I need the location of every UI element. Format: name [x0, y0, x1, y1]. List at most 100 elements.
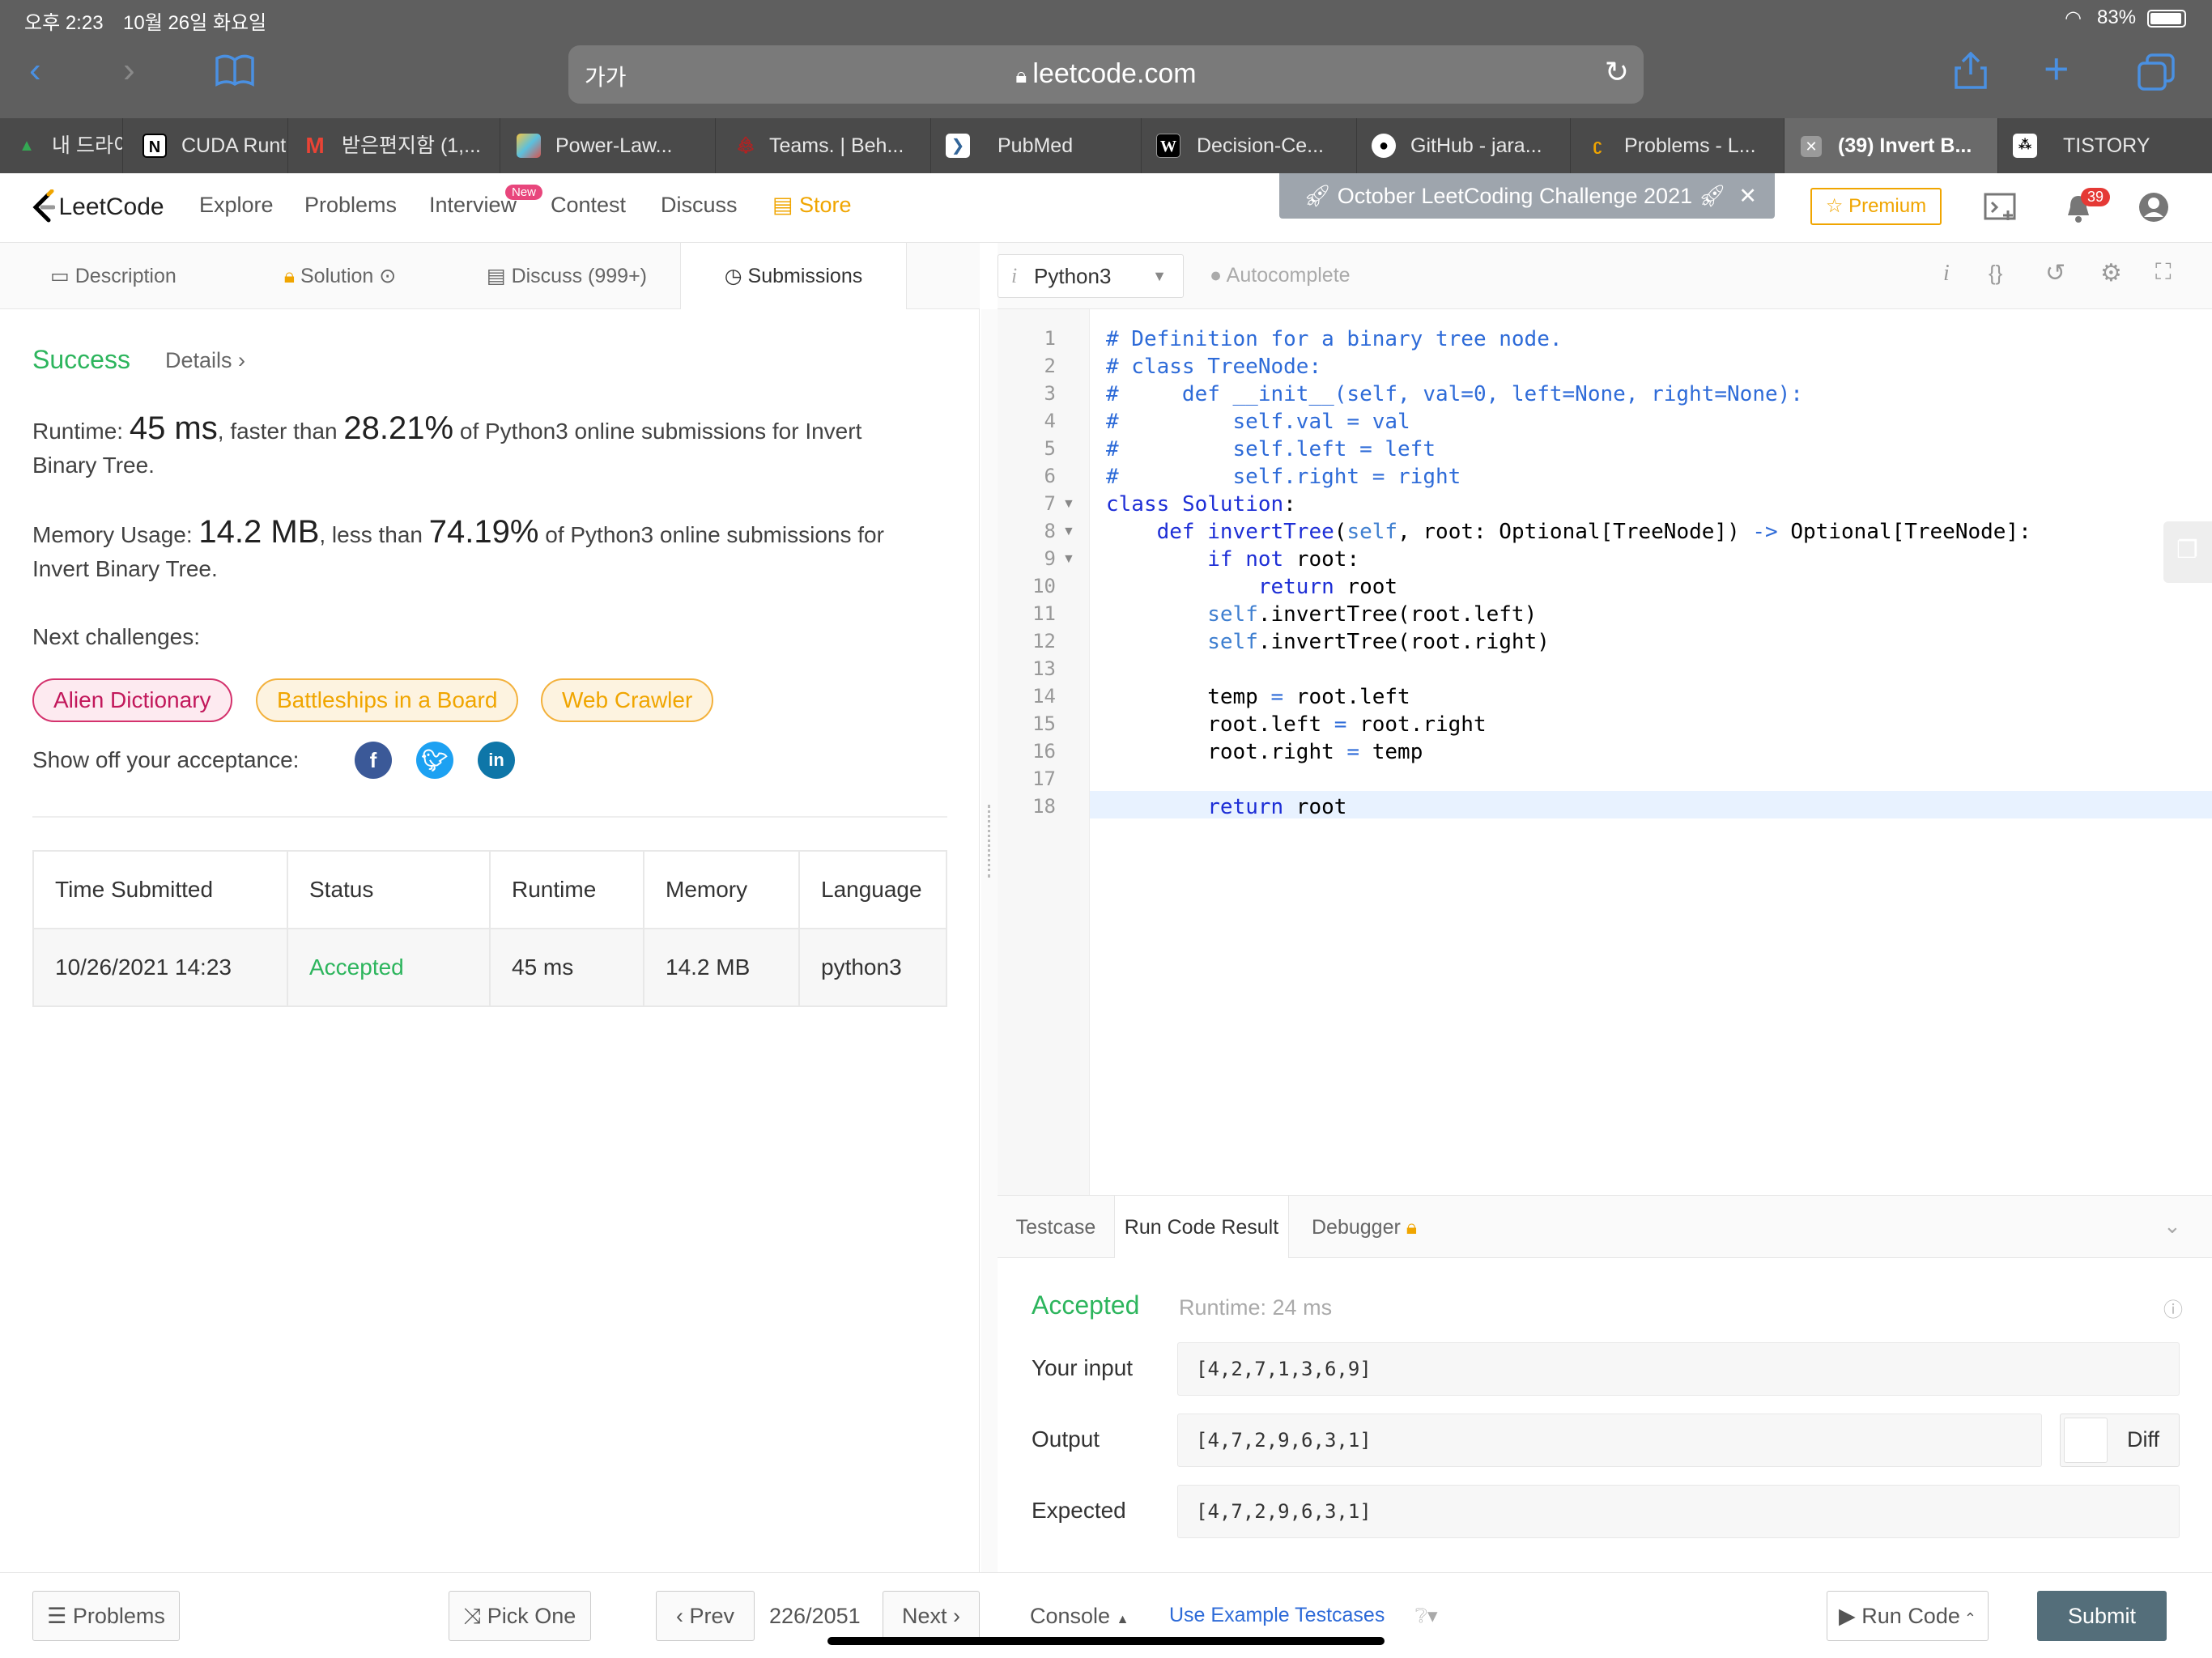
forward-icon[interactable]: › [123, 50, 135, 91]
pubmed-icon: ❯ [946, 134, 970, 158]
chevron-down-icon[interactable]: ⌄ [2163, 1214, 2181, 1239]
status-time: 오후 2:23 [24, 12, 104, 34]
browser-tab[interactable]: W Decision-Ce... [1142, 118, 1357, 173]
tab-label: Debugger [1312, 1216, 1401, 1239]
details-link[interactable]: Details › [165, 348, 245, 373]
console-toggle[interactable]: Console ▲ [1030, 1604, 1129, 1629]
playground-icon[interactable] [1984, 193, 2018, 226]
facebook-icon[interactable]: f [355, 742, 392, 779]
bookmarks-icon[interactable] [214, 53, 256, 96]
tistory-icon: ⁂ [2013, 134, 2037, 158]
browser-tab[interactable]: ⁂ TISTORY [1998, 118, 2212, 173]
tab-solution[interactable]: 🔒︎ Solution ⊙ [227, 243, 453, 309]
runtime-summary: Runtime: 45 ms, faster than 28.21% of Py… [32, 411, 939, 483]
line-number: 15 [1032, 712, 1056, 735]
browser-tab[interactable]: Power-Law... [500, 118, 716, 173]
challenge-pill[interactable]: Alien Dictionary [32, 678, 232, 722]
tab-run-code-result[interactable]: Run Code Result [1114, 1196, 1289, 1259]
nav-explore[interactable]: Explore [199, 193, 274, 218]
output-value: [4,7,2,9,6,3,1] [1177, 1414, 2042, 1467]
browser-tab[interactable]: ❯ PubMed [931, 118, 1142, 173]
leetcode-logo[interactable]: LeetCode [31, 189, 164, 225]
help-icon[interactable]: ❔︎▾ [1415, 1604, 1438, 1628]
help-icon[interactable]: ⓘ [2163, 1294, 2183, 1322]
drag-handle-icon[interactable] [988, 805, 991, 878]
table-cell: 14.2 MB [643, 928, 800, 1007]
run-code-button[interactable]: ▶ Run Code ⌃ [1827, 1591, 1989, 1641]
home-indicator[interactable] [827, 1637, 1385, 1645]
input-label: Your input [1032, 1355, 1134, 1380]
tab-discuss[interactable]: ▤ Discuss (999+) [453, 243, 680, 309]
table-row[interactable]: 10/26/2021 14:23 Accepted 45 ms 14.2 MB … [32, 928, 947, 1007]
close-tab-icon[interactable]: ✕ [1801, 136, 1822, 157]
reload-icon[interactable]: ↻ [1605, 55, 1629, 89]
submit-button[interactable]: Submit [2037, 1591, 2167, 1641]
stanford-icon: 🌲︎ [735, 137, 756, 155]
browser-tab[interactable]: ● GitHub - jara... [1357, 118, 1571, 173]
rocket-icon: 🚀︎ [1692, 184, 1726, 208]
browser-tab-label: Power-Law... [555, 134, 673, 157]
autocomplete-toggle[interactable]: ● Autocomplete [1210, 264, 1351, 287]
nav-problems[interactable]: Problems [304, 193, 397, 218]
code-editor[interactable]: 1 2 3 4 5 6 7 ▼ 8 ▼ 9 ▼ 10 11 12 13 14 1… [998, 309, 2212, 1195]
show-off-label: Show off your acceptance: [32, 747, 300, 772]
nav-store[interactable]: ▤ Store [772, 193, 852, 218]
back-icon[interactable]: ‹ [29, 50, 41, 91]
browser-tab-label: GitHub - jara... [1410, 134, 1542, 157]
braces-icon[interactable]: {} [1989, 261, 2002, 286]
nav-discuss[interactable]: Discuss [661, 193, 738, 218]
line-number: 8 [1044, 520, 1056, 542]
tab-testcase[interactable]: Testcase [998, 1196, 1114, 1259]
diff-toggle[interactable]: Diff [2060, 1414, 2180, 1467]
reset-icon[interactable]: ↺ [2045, 259, 2065, 287]
copy-panel-tab[interactable]: ❐ [2163, 521, 2212, 583]
line-number: 4 [1044, 410, 1056, 432]
tab-description[interactable]: ▭ Description [0, 243, 227, 309]
prev-button[interactable]: ‹ Prev [656, 1591, 755, 1641]
fullscreen-icon[interactable]: ⛶ [2155, 259, 2172, 286]
problems-label: Problems [72, 1604, 165, 1628]
runtime-value: 45 ms [129, 410, 218, 446]
challenge-pill[interactable]: Battleships in a Board [256, 678, 519, 722]
tab-submissions[interactable]: ◷ Submissions [680, 243, 907, 310]
avatar-icon[interactable] [2138, 191, 2170, 227]
submission-detail-pane: Success Details › Runtime: 45 ms, faster… [0, 309, 980, 1572]
promo-text: October LeetCoding Challenge 2021 [1337, 184, 1693, 208]
use-example-testcases-link[interactable]: Use Example Testcases [1169, 1604, 1385, 1627]
browser-tab[interactable]: ▲ 내 드라이 [0, 118, 123, 173]
language-select[interactable]: i Python3 ▼ [998, 254, 1184, 298]
linkedin-icon[interactable]: in [478, 742, 515, 779]
browser-tab[interactable]: ʗ Problems - L... [1571, 118, 1784, 173]
browser-tab[interactable]: M 받은편지함 (1,... [288, 118, 500, 173]
pick-one-button[interactable]: ⤨ Pick One [449, 1591, 591, 1641]
line-number: 11 [1032, 602, 1056, 625]
premium-button[interactable]: ☆ Premium [1810, 188, 1942, 225]
address-bar[interactable]: 가가 🔒︎ leetcode.com ↻ [568, 45, 1644, 104]
table-cell-status[interactable]: Accepted [287, 928, 491, 1007]
promo-banner[interactable]: 🚀︎ October LeetCoding Challenge 2021 🚀︎ … [1279, 173, 1775, 219]
nav-interview[interactable]: Interview [429, 193, 517, 218]
settings-icon[interactable]: ⚙ [2100, 259, 2122, 287]
pane-splitter[interactable] [981, 309, 998, 1572]
twitter-icon[interactable]: 🐦︎ [416, 742, 453, 779]
new-tab-icon[interactable]: + [2044, 44, 2069, 94]
challenge-pill[interactable]: Web Crawler [541, 678, 714, 722]
fold-icon[interactable]: ▼ [1062, 497, 1075, 512]
close-icon[interactable]: ✕ [1738, 173, 1757, 219]
fold-icon[interactable]: ▼ [1062, 525, 1075, 539]
fold-icon[interactable]: ▼ [1062, 552, 1075, 567]
tab-debugger[interactable]: Debugger 🔒︎ [1312, 1196, 1449, 1259]
table-header: Language [798, 850, 947, 929]
browser-tab[interactable]: N CUDA Runt [123, 118, 288, 173]
tabs-overview-icon[interactable] [2138, 53, 2175, 95]
play-icon: ▶ [1839, 1604, 1862, 1628]
share-icon[interactable] [1955, 51, 1987, 93]
problems-button[interactable]: ☰ Problems [32, 1591, 180, 1641]
nav-contest[interactable]: Contest [551, 193, 626, 218]
browser-tab-active[interactable]: ✕ (39) Invert B... [1784, 118, 1998, 173]
browser-tab[interactable]: 🌲︎ Teams. | Beh... [716, 118, 931, 173]
tab-label: Discuss (999+) [511, 265, 647, 287]
next-button[interactable]: Next › [883, 1591, 980, 1641]
info-icon[interactable]: i [1943, 261, 1950, 287]
table-cell: 45 ms [489, 928, 644, 1007]
